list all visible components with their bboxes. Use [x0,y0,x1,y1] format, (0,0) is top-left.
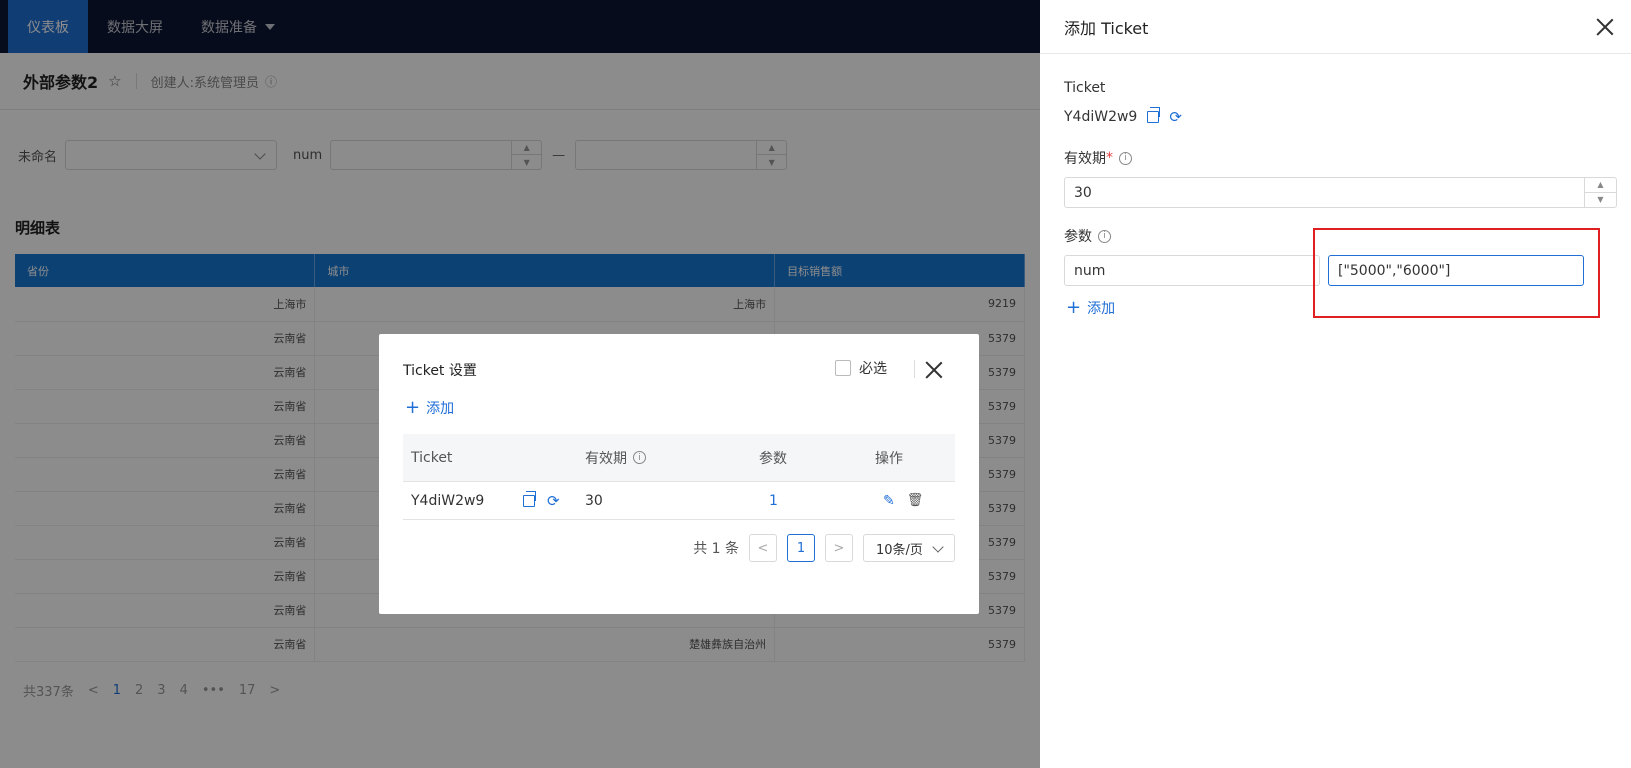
pager-page[interactable]: 1 [787,534,815,562]
ticket-table-header: Ticket 有效期 i 参数 操作 [403,434,955,482]
required-label: 必选 [859,361,887,377]
ticket-label: Ticket [1064,80,1106,96]
validity-label: 有效期 [1064,151,1106,167]
pager-next-button[interactable]: > [825,534,853,562]
ticket-value: Y4diW2w9 [1064,109,1138,125]
refresh-icon[interactable]: ⟳ [1169,110,1182,125]
add-ticket-drawer: 添加 Ticket Ticket Y4diW2w9 ⟳ 有效期 * i 30 ▲… [1040,0,1631,768]
param-key-value: num [1074,262,1106,279]
pager-total: 共 1 条 [693,541,739,557]
ticket-value-row: Y4diW2w9 ⟳ [1064,107,1182,125]
validity-value: 30 [1074,184,1092,201]
close-icon[interactable] [925,361,943,379]
copy-icon[interactable] [1147,107,1161,123]
ticket-table: Ticket 有效期 i 参数 操作 Y4diW2w9 ⟳ 30 1 ✎ 🗑 [403,434,955,520]
column-header-validity: 有效期 i [581,448,759,468]
column-header-params: 参数 [759,450,787,467]
ticket-settings-dialog: Ticket 设置 必选 + 添加 Ticket 有效期 i 参数 操作 Y4d… [379,334,979,614]
table-row: Y4diW2w9 ⟳ 30 1 ✎ 🗑 [403,482,955,520]
dialog-title: Ticket 设置 [403,363,477,379]
column-header-actions: 操作 [875,450,903,467]
required-checkbox[interactable]: 必选 [835,358,887,378]
add-ticket-button[interactable]: + 添加 [405,398,454,418]
pager-prev-button[interactable]: < [749,534,777,562]
params-count-link[interactable]: 1 [759,493,875,509]
validity-input[interactable]: 30 ▲ ▼ [1064,177,1617,208]
column-header-validity-label: 有效期 [585,450,627,467]
validity-cell: 30 [585,492,603,509]
copy-icon[interactable] [523,490,536,507]
info-icon[interactable]: i [1098,229,1111,243]
dialog-pager: 共 1 条 < 1 > 10条/页 [693,534,955,562]
divider [914,360,915,378]
add-label: 添加 [1087,301,1116,317]
ticket-cell: Y4diW2w9 ⟳ [403,490,581,509]
close-icon[interactable] [1596,18,1614,36]
plus-icon: + [405,397,421,418]
plus-icon: + [1066,297,1082,318]
param-key-input[interactable]: num [1064,255,1320,286]
params-label-row: 参数 i [1064,226,1111,246]
chevron-down-icon [932,541,944,553]
validity-label-row: 有效期 * i [1064,148,1132,168]
column-header-ticket: Ticket [411,449,453,466]
refresh-icon[interactable]: ⟳ [547,493,560,508]
edit-icon[interactable]: ✎ [883,493,895,509]
actions-cell: ✎ 🗑 [875,493,955,509]
required-mark: * [1106,150,1113,166]
info-icon[interactable]: i [1119,151,1132,165]
page-size-value: 10条/页 [876,542,923,558]
trash-icon[interactable]: 🗑 [907,493,924,508]
info-icon[interactable]: i [633,451,646,464]
highlight-box [1313,228,1600,318]
params-label: 参数 [1064,229,1092,245]
checkbox-icon[interactable] [835,360,851,376]
add-label: 添加 [426,401,455,417]
add-param-button[interactable]: + 添加 [1066,298,1115,318]
number-stepper[interactable]: ▲ ▼ [1584,178,1616,207]
drawer-title: 添加 Ticket [1040,0,1631,54]
page-size-select[interactable]: 10条/页 [863,534,955,562]
ticket-value: Y4diW2w9 [411,492,485,509]
